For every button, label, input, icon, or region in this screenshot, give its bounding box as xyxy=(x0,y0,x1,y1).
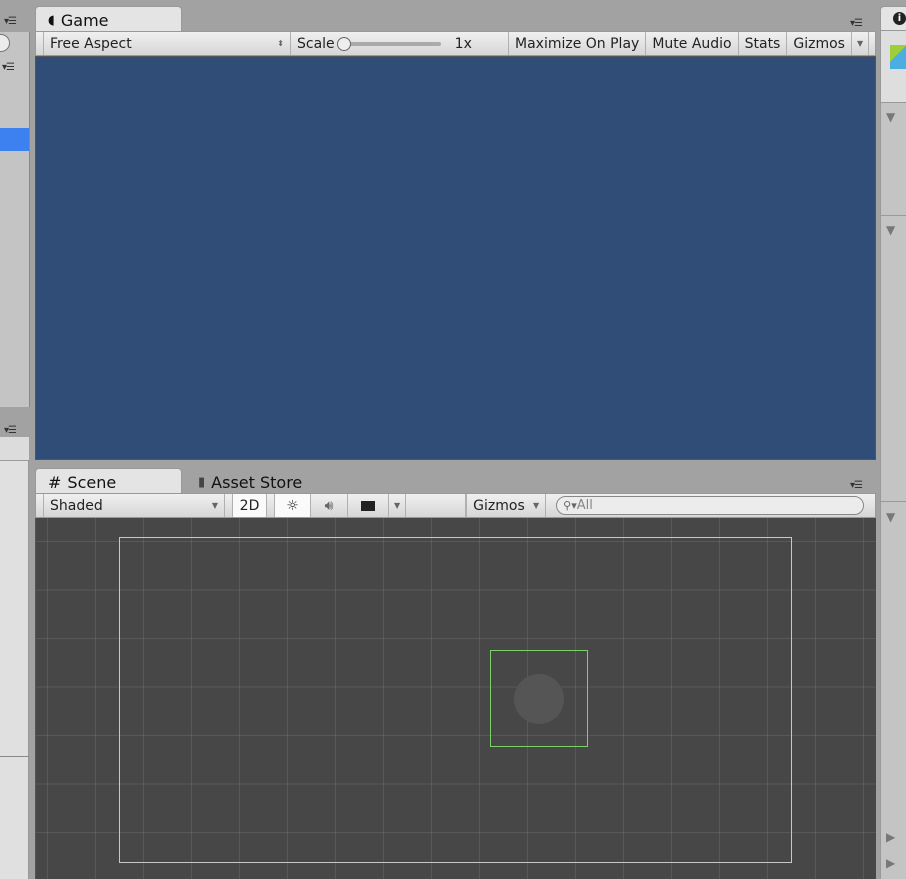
panel-menu-icon[interactable]: ▾☰ xyxy=(4,16,17,27)
scale-slider[interactable]: Scale 1x xyxy=(291,32,509,55)
panel-menu-icon[interactable]: ▾☰ xyxy=(850,480,863,491)
gameobject-cube-icon xyxy=(890,45,906,69)
component-divider xyxy=(881,215,906,216)
shopping-bag-icon: ▮ xyxy=(198,474,206,490)
project-toolbar xyxy=(0,437,29,461)
component-divider xyxy=(881,501,906,502)
spacer xyxy=(406,494,467,517)
project-panel xyxy=(0,437,29,879)
panel-menu-icon[interactable]: ▾☰ xyxy=(2,62,15,73)
pacman-icon: ◖ xyxy=(48,13,55,28)
grid-icon: # xyxy=(48,473,62,492)
slider-thumb[interactable] xyxy=(336,36,351,51)
audio-toggle[interactable]: 🔊︎ xyxy=(311,494,348,517)
tab-asset-store[interactable]: ▮ Asset Store xyxy=(186,468,336,493)
tab-game[interactable]: ◖ Game xyxy=(35,6,182,31)
panel-menu-icon[interactable]: ▾☰ xyxy=(850,18,863,29)
camera-bounds xyxy=(119,537,792,863)
info-icon: i xyxy=(893,12,906,25)
stats-toggle[interactable]: Stats xyxy=(739,32,788,55)
speaker-icon: 🔊︎ xyxy=(324,497,334,514)
shading-dropdown[interactable]: Shaded ▼ xyxy=(43,494,225,517)
effects-dropdown[interactable]: ▼ xyxy=(388,494,407,517)
gizmos-dropdown[interactable]: ▼ xyxy=(850,32,870,55)
game-toolbar: Free Aspect ⬍ Scale 1x Maximize On Play M… xyxy=(35,31,876,56)
selected-row[interactable] xyxy=(0,128,29,151)
foldout-icon[interactable]: ▶ xyxy=(886,856,895,870)
scene-toolbar: Shaded ▼ 2D ☼ 🔊︎ ▼ Gizmos ▼ ⚲▾ All xyxy=(35,493,876,518)
slider-track[interactable] xyxy=(336,36,441,51)
game-viewport[interactable] xyxy=(35,56,876,460)
2d-toggle[interactable]: 2D xyxy=(233,494,267,517)
inspector-tab[interactable]: i xyxy=(880,6,906,31)
updown-arrow-icon: ⬍ xyxy=(277,39,284,48)
spacer xyxy=(267,494,275,517)
inspector-panel xyxy=(880,31,906,879)
maximize-on-play-toggle[interactable]: Maximize On Play xyxy=(509,32,647,55)
hierarchy-panel xyxy=(0,32,30,407)
mute-audio-toggle[interactable]: Mute Audio xyxy=(646,32,739,55)
divider xyxy=(0,756,29,757)
gizmos-toggle[interactable]: Gizmos xyxy=(787,32,851,55)
foldout-icon[interactable]: ▶ xyxy=(886,830,895,844)
lighting-toggle[interactable]: ☼ xyxy=(275,494,311,517)
tab-scene[interactable]: # Scene xyxy=(35,468,182,493)
effects-toggle[interactable] xyxy=(348,494,388,517)
panel-menu-icon[interactable]: ▾☰ xyxy=(4,425,17,436)
spacer xyxy=(225,494,233,517)
foldout-icon[interactable]: ▼ xyxy=(886,223,895,237)
foldout-icon[interactable]: ▼ xyxy=(886,510,895,524)
aspect-dropdown[interactable]: Free Aspect ⬍ xyxy=(43,32,291,55)
scene-search-input[interactable]: ⚲▾ All xyxy=(556,496,865,515)
sprite-circle[interactable] xyxy=(514,674,564,724)
gizmos-dropdown[interactable]: Gizmos ▼ xyxy=(466,494,547,517)
image-icon xyxy=(361,500,375,511)
foldout-icon[interactable]: ▼ xyxy=(886,110,895,124)
sun-icon: ☼ xyxy=(286,497,299,514)
search-icon: ⚲▾ xyxy=(563,499,577,512)
